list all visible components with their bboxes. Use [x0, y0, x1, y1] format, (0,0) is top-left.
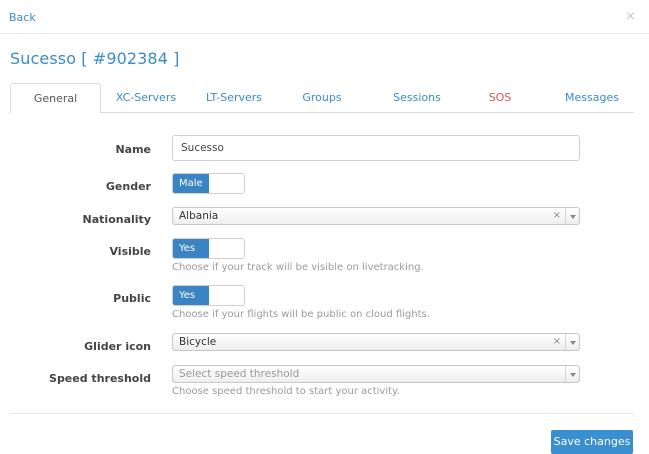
chevron-down-icon[interactable] [565, 208, 579, 224]
speed-threshold-help-text: Choose speed threshold to start your act… [172, 386, 400, 397]
public-toggle[interactable]: Yes [172, 285, 245, 306]
gender-toggle[interactable]: Male [172, 173, 245, 194]
nationality-value: Albania [179, 210, 219, 222]
tab-messages[interactable]: Messages [552, 83, 632, 113]
tab-xc-servers[interactable]: XC-Servers [106, 83, 186, 113]
modal-header: Back × [0, 0, 649, 34]
glider-icon-clear-icon[interactable]: × [553, 336, 561, 347]
visible-help-text: Choose if your track will be visible on … [172, 262, 424, 273]
tab-sos[interactable]: SOS [480, 83, 520, 113]
nationality-label: Nationality [82, 213, 151, 226]
footer-divider [10, 413, 634, 414]
save-changes-button[interactable]: Save changes [551, 430, 633, 454]
close-icon[interactable]: × [625, 9, 636, 24]
visible-label: Visible [109, 245, 151, 258]
chevron-down-icon[interactable] [565, 334, 579, 350]
tab-groups[interactable]: Groups [292, 83, 352, 113]
public-help-text: Choose if your flights will be public on… [172, 309, 430, 320]
tab-lt-servers[interactable]: LT-Servers [198, 83, 270, 113]
chevron-down-icon[interactable] [565, 366, 579, 382]
gender-toggle-value: Male [173, 174, 209, 193]
visible-toggle-value: Yes [173, 239, 209, 258]
public-toggle-value: Yes [173, 286, 209, 305]
gender-label: Gender [105, 180, 151, 193]
name-input[interactable]: Sucesso [172, 135, 580, 161]
speed-threshold-select[interactable]: Select speed threshold [172, 365, 580, 383]
speed-threshold-placeholder: Select speed threshold [179, 368, 300, 380]
public-label: Public [113, 292, 151, 305]
nationality-select[interactable]: Albania × [172, 207, 580, 225]
glider-icon-label: Glider icon [84, 340, 151, 353]
glider-icon-select[interactable]: Bicycle × [172, 333, 580, 351]
back-link[interactable]: Back [9, 11, 36, 24]
tab-general[interactable]: General [10, 83, 101, 114]
nationality-clear-icon[interactable]: × [553, 210, 561, 221]
tab-sessions[interactable]: Sessions [382, 83, 452, 113]
tab-bar: General XC-Servers LT-Servers Groups Ses… [10, 83, 634, 114]
name-label: Name [115, 143, 151, 156]
visible-toggle[interactable]: Yes [172, 238, 245, 259]
glider-icon-value: Bicycle [179, 336, 217, 348]
speed-threshold-label: Speed threshold [49, 372, 151, 385]
page-title: Sucesso [ #902384 ] [10, 49, 180, 68]
